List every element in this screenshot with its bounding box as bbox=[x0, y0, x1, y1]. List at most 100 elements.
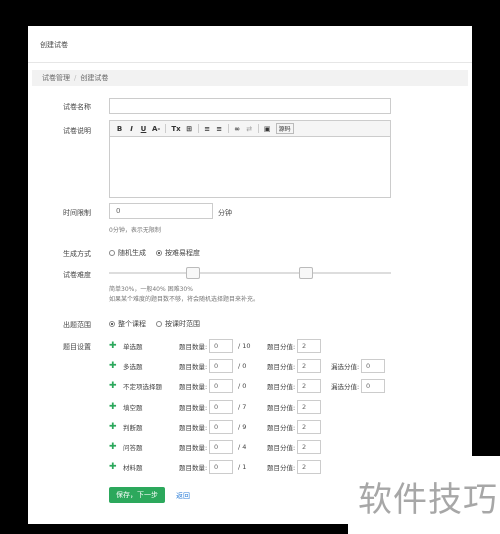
question-row-multi: ✚ 多选题 题目数量: 0 / 0 题目分值: 2 漏选分值: 0 bbox=[109, 358, 385, 374]
plus-icon[interactable]: ✚ bbox=[109, 361, 123, 371]
count-input[interactable]: 0 bbox=[209, 460, 233, 474]
plus-icon[interactable]: ✚ bbox=[109, 442, 123, 452]
plus-icon[interactable]: ✚ bbox=[109, 462, 123, 472]
radio-random[interactable]: 随机生成 bbox=[109, 248, 146, 258]
bold-button[interactable]: B bbox=[116, 125, 123, 133]
question-type-name: 问答题 bbox=[123, 444, 143, 452]
time-limit-input[interactable]: 0 bbox=[109, 203, 213, 219]
create-exam-panel: 创建试卷 试卷管理 / 创建试卷 试卷名称 试卷说明 B I U A- Tx ⊞ ≡… bbox=[28, 26, 472, 524]
rich-text-editor[interactable]: B I U A- Tx ⊞ ≡ ≡ ∞ ⇄ ▣ 源码 bbox=[109, 120, 391, 198]
plus-icon[interactable]: ✚ bbox=[109, 422, 123, 432]
count-input[interactable]: 0 bbox=[209, 420, 233, 434]
back-link[interactable]: 返回 bbox=[176, 491, 190, 501]
breadcrumb-current: 创建试卷 bbox=[80, 74, 109, 82]
count-label: 题目数量: bbox=[179, 444, 208, 452]
question-type-name: 填空题 bbox=[123, 404, 143, 412]
time-limit-label: 时间限制 bbox=[63, 209, 91, 217]
question-type-name: 判断题 bbox=[123, 424, 143, 432]
difficulty-hint: 如果某个难度的题目数不够，将会随机选择题目来补充。 bbox=[109, 296, 260, 303]
toolbar-separator bbox=[165, 124, 167, 133]
total-count: / 0 bbox=[238, 362, 247, 370]
count-label: 题目数量: bbox=[179, 464, 208, 472]
plus-icon[interactable]: ✚ bbox=[109, 402, 123, 412]
toolbar-separator bbox=[197, 124, 199, 133]
question-row-material: ✚ 材料题 题目数量: 0 / 1 题目分值: 2 bbox=[109, 459, 321, 475]
table-icon[interactable]: ⊞ bbox=[186, 125, 193, 133]
watermark-text: 软件技巧 bbox=[358, 480, 498, 520]
scope-label: 出题范围 bbox=[63, 321, 91, 329]
source-button[interactable]: 源码 bbox=[275, 123, 294, 134]
font-color-button[interactable]: A- bbox=[152, 125, 160, 133]
radio-difficulty[interactable]: 按难易程度 bbox=[156, 248, 200, 258]
difficulty-summary: 简单30%，一般40% 困难30% bbox=[109, 286, 193, 293]
breadcrumb-exam-manage[interactable]: 试卷管理 bbox=[42, 74, 70, 82]
count-input[interactable]: 0 bbox=[209, 440, 233, 454]
question-row-judge: ✚ 判断题 题目数量: 0 / 9 题目分值: 2 bbox=[109, 419, 321, 435]
time-unit: 分钟 bbox=[218, 209, 232, 217]
unordered-list-icon[interactable]: ≡ bbox=[216, 125, 223, 133]
exam-name-input[interactable] bbox=[109, 98, 391, 114]
plus-icon[interactable]: ✚ bbox=[109, 381, 123, 391]
radio-lesson-range-label: 按课时范围 bbox=[165, 320, 200, 328]
radio-lesson-range[interactable]: 按课时范围 bbox=[156, 319, 200, 329]
slider-handle-high[interactable] bbox=[299, 267, 313, 279]
question-row-single: ✚ 单选题 题目数量: 0 / 10 题目分值: 2 bbox=[109, 338, 321, 354]
clear-format-button[interactable]: Tx bbox=[171, 125, 180, 133]
score-input[interactable]: 2 bbox=[297, 339, 321, 353]
link-icon[interactable]: ∞ bbox=[234, 125, 241, 133]
question-type-name: 材料题 bbox=[123, 464, 143, 472]
count-label: 题目数量: bbox=[179, 424, 208, 432]
scope-group: 整个课程 按课时范围 bbox=[109, 319, 200, 329]
radio-whole-course[interactable]: 整个课程 bbox=[109, 319, 146, 329]
question-row-indefinite: ✚ 不定项选择题 题目数量: 0 / 0 题目分值: 2 漏选分值: 0 bbox=[109, 378, 385, 394]
total-count: / 0 bbox=[238, 382, 247, 390]
question-type-name: 不定项选择题 bbox=[123, 383, 162, 391]
exam-name-label: 试卷名称 bbox=[63, 103, 91, 111]
total-count: / 1 bbox=[238, 463, 247, 471]
question-type-name: 多选题 bbox=[123, 363, 143, 371]
unlink-icon[interactable]: ⇄ bbox=[246, 125, 253, 133]
score-input[interactable]: 2 bbox=[297, 400, 321, 414]
editor-toolbar: B I U A- Tx ⊞ ≡ ≡ ∞ ⇄ ▣ 源码 bbox=[110, 121, 390, 137]
count-input[interactable]: 0 bbox=[209, 359, 233, 373]
score-input[interactable]: 2 bbox=[297, 460, 321, 474]
plus-icon[interactable]: ✚ bbox=[109, 341, 123, 351]
radio-whole-course-label: 整个课程 bbox=[118, 320, 146, 328]
score-input[interactable]: 2 bbox=[297, 359, 321, 373]
breadcrumb: 试卷管理 / 创建试卷 bbox=[32, 70, 468, 86]
question-type-name: 单选题 bbox=[123, 343, 143, 351]
partial-input[interactable]: 0 bbox=[361, 359, 385, 373]
count-input[interactable]: 0 bbox=[209, 400, 233, 414]
underline-button[interactable]: U bbox=[140, 125, 147, 133]
question-row-essay: ✚ 问答题 题目数量: 0 / 4 题目分值: 2 bbox=[109, 439, 321, 455]
score-label: 题目分值: bbox=[267, 444, 296, 452]
exam-desc-label: 试卷说明 bbox=[63, 127, 91, 135]
ordered-list-icon[interactable]: ≡ bbox=[204, 125, 211, 133]
score-label: 题目分值: bbox=[267, 343, 296, 351]
slider-handle-low[interactable] bbox=[186, 267, 200, 279]
score-label: 题目分值: bbox=[267, 464, 296, 472]
radio-icon bbox=[109, 250, 115, 256]
total-count: / 9 bbox=[238, 423, 247, 431]
toolbar-separator bbox=[257, 124, 259, 133]
count-label: 题目数量: bbox=[179, 363, 208, 371]
difficulty-slider[interactable] bbox=[109, 272, 391, 274]
radio-icon bbox=[156, 321, 162, 327]
score-label: 题目分值: bbox=[267, 404, 296, 412]
score-input[interactable]: 2 bbox=[297, 379, 321, 393]
partial-input[interactable]: 0 bbox=[361, 379, 385, 393]
score-input[interactable]: 2 bbox=[297, 440, 321, 454]
count-input[interactable]: 0 bbox=[209, 379, 233, 393]
image-icon[interactable]: ▣ bbox=[264, 125, 271, 133]
radio-difficulty-label: 按难易程度 bbox=[165, 249, 200, 257]
radio-checked-icon bbox=[156, 250, 162, 256]
score-input[interactable]: 2 bbox=[297, 420, 321, 434]
italic-button[interactable]: I bbox=[128, 125, 135, 133]
score-label: 题目分值: bbox=[267, 424, 296, 432]
total-count: / 10 bbox=[238, 342, 251, 350]
generate-mode-group: 随机生成 按难易程度 bbox=[109, 248, 200, 258]
header-divider bbox=[28, 62, 472, 63]
count-input[interactable]: 0 bbox=[209, 339, 233, 353]
save-next-button[interactable]: 保存，下一步 bbox=[109, 487, 165, 503]
questions-label: 题目设置 bbox=[63, 343, 91, 351]
